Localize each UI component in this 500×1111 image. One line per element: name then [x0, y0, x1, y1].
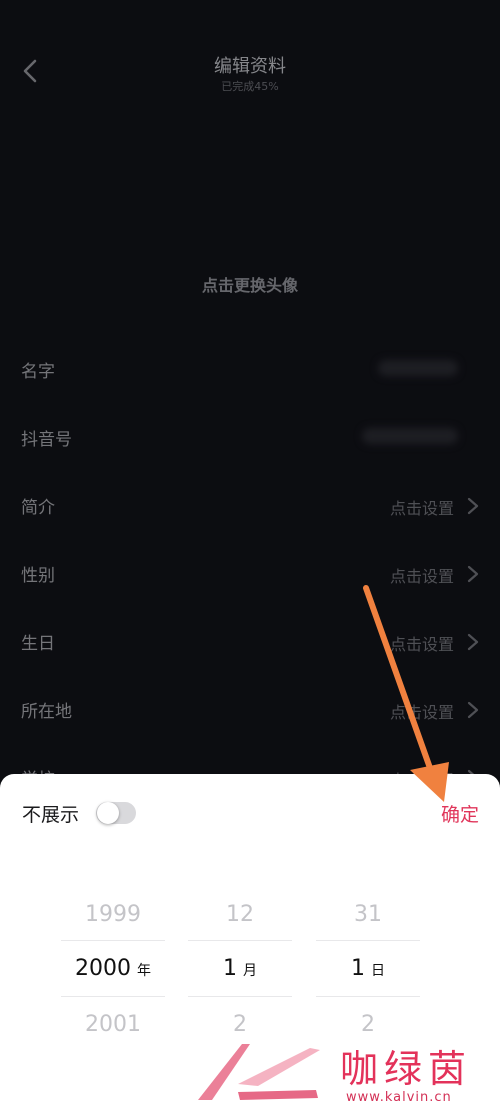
- month-selected[interactable]: 1月: [188, 956, 292, 981]
- day-selected-value: 1: [351, 956, 365, 981]
- confirm-button[interactable]: 确定: [441, 800, 479, 827]
- month-selected-value: 1: [223, 956, 237, 981]
- watermark-url: www.kalvin.cn: [346, 1090, 452, 1105]
- selection-divider: [188, 940, 292, 941]
- year-next[interactable]: 2001: [61, 1012, 165, 1037]
- hide-birthday-label: 不展示: [22, 804, 80, 826]
- year-prev[interactable]: 1999: [61, 902, 165, 927]
- year-unit: 年: [137, 963, 151, 979]
- toggle-knob: [97, 802, 119, 824]
- selection-divider: [316, 996, 420, 997]
- month-next[interactable]: 2: [188, 1012, 292, 1037]
- watermark-text: 咖绿茵: [340, 1047, 473, 1091]
- day-next[interactable]: 2: [316, 1012, 420, 1037]
- selection-divider: [61, 996, 165, 997]
- year-selected-value: 2000: [75, 956, 131, 981]
- day-selected[interactable]: 1日: [316, 956, 420, 981]
- month-unit: 月: [243, 963, 257, 979]
- selection-divider: [61, 940, 165, 941]
- day-prev[interactable]: 31: [316, 902, 420, 927]
- selection-divider: [316, 940, 420, 941]
- month-prev[interactable]: 12: [188, 902, 292, 927]
- year-selected[interactable]: 2000 年: [61, 956, 165, 981]
- hide-birthday-toggle[interactable]: [96, 802, 136, 824]
- watermark-logo-icon: [198, 1044, 320, 1100]
- selection-divider: [188, 996, 292, 997]
- day-unit: 日: [371, 963, 385, 979]
